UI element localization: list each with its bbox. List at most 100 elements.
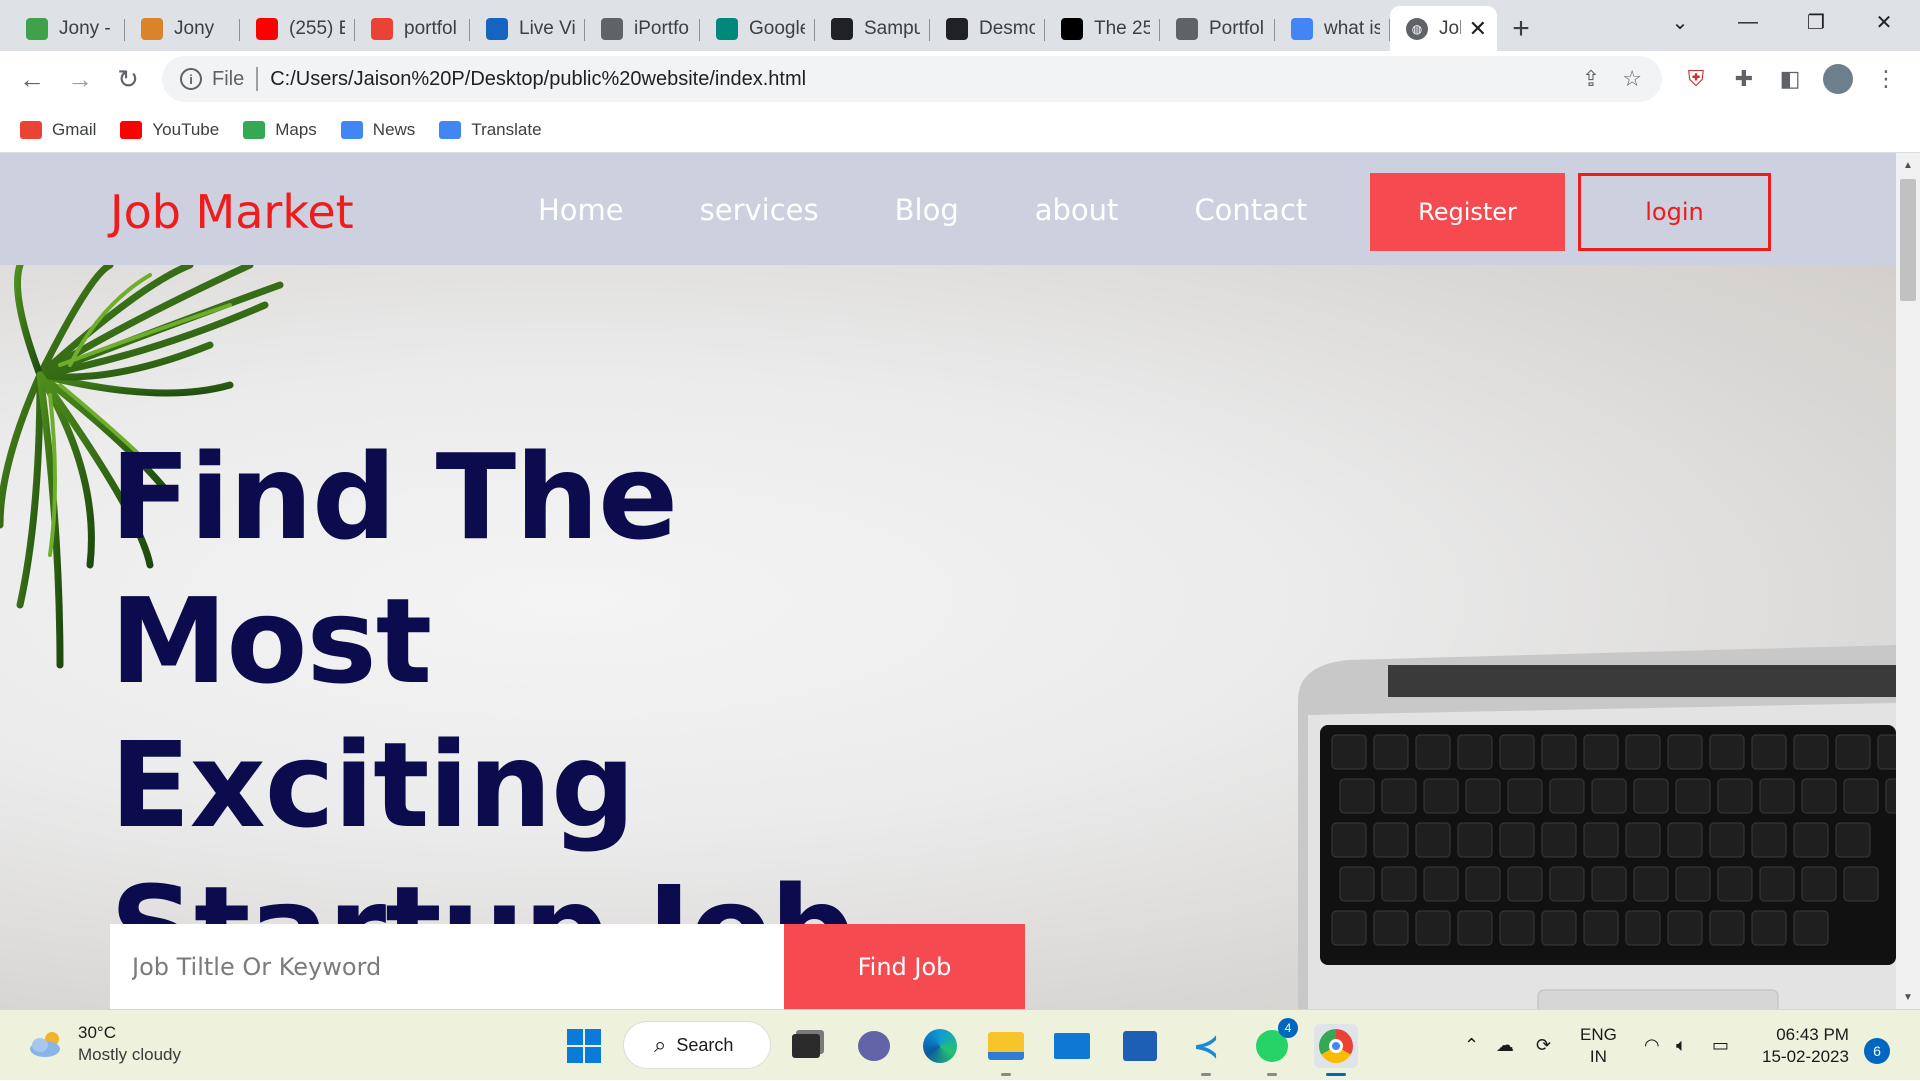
taskbar-search[interactable]: ⌕ Search (624, 1022, 770, 1068)
tab-title: Jony - I (59, 17, 115, 39)
chrome-icon[interactable] (1314, 1024, 1358, 1076)
find-job-button[interactable]: Find Job (784, 924, 1025, 1009)
system-clock[interactable]: 06:43 PM 15-02-2023 (1762, 1024, 1849, 1068)
search-icon: ⌕ (654, 1032, 667, 1057)
nav-link-home[interactable]: Home (538, 193, 624, 227)
browser-tab[interactable]: Desmo (930, 6, 1045, 51)
browser-tab[interactable]: iPortfo (585, 6, 700, 51)
battery-icon[interactable]: ▭ (1712, 1010, 1729, 1081)
address-bar[interactable]: i File C:/Users/Jaison%20P/Desktop/publi… (162, 56, 1662, 102)
hero-headline: Find The Most Exciting Startup Job (110, 425, 1010, 1001)
browser-tab[interactable]: Live Vi (470, 6, 585, 51)
keyboard-key (1339, 778, 1375, 814)
desmos-icon (946, 17, 968, 40)
site-info-icon[interactable]: i (180, 68, 202, 90)
tab-title: iPortfo (634, 17, 689, 39)
tab-title: Portfoli (1209, 17, 1265, 39)
bookmark-star-icon[interactable]: ☆ (1622, 66, 1642, 92)
browser-tab[interactable]: Portfoli (1160, 6, 1275, 51)
nav-link-services[interactable]: services (700, 193, 819, 227)
profile-avatar[interactable] (1814, 51, 1862, 107)
weather-widget[interactable]: 30°C Mostly cloudy (28, 1022, 181, 1066)
side-panel-icon[interactable]: ◧ (1766, 51, 1814, 107)
extensions-icon[interactable]: ✚ (1720, 51, 1768, 107)
bookmark-maps[interactable]: Maps (243, 120, 317, 140)
address-url[interactable]: C:/Users/Jaison%20P/Desktop/public%20web… (270, 68, 806, 91)
bookmark-youtube[interactable]: YouTube (120, 120, 219, 140)
keyboard-key (1583, 734, 1619, 770)
keyboard-key (1465, 778, 1501, 814)
shield-extension-icon[interactable]: ⛨ (1672, 51, 1720, 107)
meet-icon (716, 17, 738, 40)
reload-button[interactable]: ↻ (104, 55, 152, 103)
active-tab-title: Job (1439, 17, 1461, 39)
keyboard-key (1423, 866, 1459, 902)
mail-icon[interactable] (1050, 1024, 1094, 1068)
browser-tab[interactable]: Jony (125, 6, 240, 51)
register-button[interactable]: Register (1370, 173, 1565, 251)
active-tab[interactable]: ◍ Job ✕ (1390, 6, 1497, 51)
edge-browser-icon[interactable] (918, 1024, 962, 1068)
volume-icon[interactable]: 🔈︎ (1676, 1010, 1687, 1081)
back-button[interactable]: ← (8, 55, 56, 103)
sync-icon[interactable]: ⟳ (1536, 1010, 1551, 1081)
bookmark-translate[interactable]: Translate (439, 119, 542, 140)
browser-tab[interactable]: (255) E (240, 6, 355, 51)
new-tab-button[interactable]: + (1497, 6, 1545, 51)
nav-link-blog[interactable]: Blog (895, 193, 959, 227)
wifi-icon[interactable]: ◠ (1644, 1010, 1660, 1081)
scroll-down-icon[interactable]: ▼ (1896, 987, 1920, 1007)
cloudy-weather-icon (30, 1032, 60, 1057)
browser-tab[interactable]: what is (1275, 6, 1390, 51)
start-button[interactable] (562, 1024, 606, 1068)
close-tab-icon[interactable]: ✕ (1469, 16, 1487, 42)
keyboard-key (1793, 734, 1829, 770)
share-icon[interactable]: ⇪ (1582, 66, 1600, 92)
vscode-icon[interactable]: ≺ (1184, 1024, 1228, 1076)
keyboard-key (1843, 778, 1879, 814)
address-scheme: File (212, 67, 259, 91)
browser-tab[interactable]: Jony - I (10, 6, 125, 51)
browser-menu-icon[interactable]: ⋮ (1862, 51, 1910, 107)
browser-tab[interactable]: The 25 (1045, 6, 1160, 51)
minimize-button[interactable]: — (1714, 0, 1782, 45)
keyboard-key (1591, 778, 1627, 814)
task-view-icon[interactable] (784, 1024, 828, 1068)
keyboard-key (1457, 734, 1493, 770)
nav-link-contact[interactable]: Contact (1194, 193, 1307, 227)
close-window-button[interactable]: ✕ (1850, 0, 1918, 45)
restore-button[interactable]: ❐ (1782, 0, 1850, 45)
maps-icon (243, 120, 266, 139)
notification-count[interactable]: 6 (1864, 1038, 1890, 1064)
site-logo[interactable]: Job Market (110, 185, 354, 239)
show-hidden-icons[interactable]: ⌃ (1464, 1010, 1479, 1081)
keyboard-key (1541, 734, 1577, 770)
scrollbar-thumb[interactable] (1900, 179, 1916, 301)
language-indicator[interactable]: ENG IN (1580, 1010, 1617, 1081)
whatsapp-icon[interactable]: 4 (1250, 1018, 1298, 1076)
login-button[interactable]: login (1578, 173, 1771, 251)
keyboard-key (1381, 866, 1417, 902)
keyboard-key (1499, 822, 1535, 858)
keyboard-key (1793, 910, 1829, 946)
browser-tab[interactable]: Sampu (815, 6, 930, 51)
forward-button[interactable]: → (56, 55, 104, 103)
bookmark-label: Translate (471, 119, 542, 139)
teams-chat-icon[interactable] (852, 1024, 896, 1068)
tab-search-button[interactable]: ⌄ (1646, 0, 1714, 45)
nav-link-about[interactable]: about (1035, 193, 1119, 227)
page-scrollbar[interactable]: ▲ ▼ (1896, 153, 1920, 1009)
tab-title: what is (1324, 17, 1380, 39)
tab-title: The 25 (1094, 17, 1150, 39)
keyboard-key (1667, 822, 1703, 858)
file-explorer-icon[interactable] (984, 1024, 1028, 1076)
bookmark-gmail[interactable]: Gmail (20, 120, 96, 140)
youtube-icon (256, 17, 278, 40)
browser-tab[interactable]: Google (700, 6, 815, 51)
job-search-input[interactable] (110, 924, 785, 1009)
browser-tab[interactable]: portfol (355, 6, 470, 51)
store-icon[interactable] (1118, 1024, 1162, 1068)
bookmark-news[interactable]: News (340, 120, 415, 140)
scroll-up-icon[interactable]: ▲ (1896, 155, 1920, 175)
onedrive-icon[interactable]: ☁ (1496, 1010, 1514, 1081)
